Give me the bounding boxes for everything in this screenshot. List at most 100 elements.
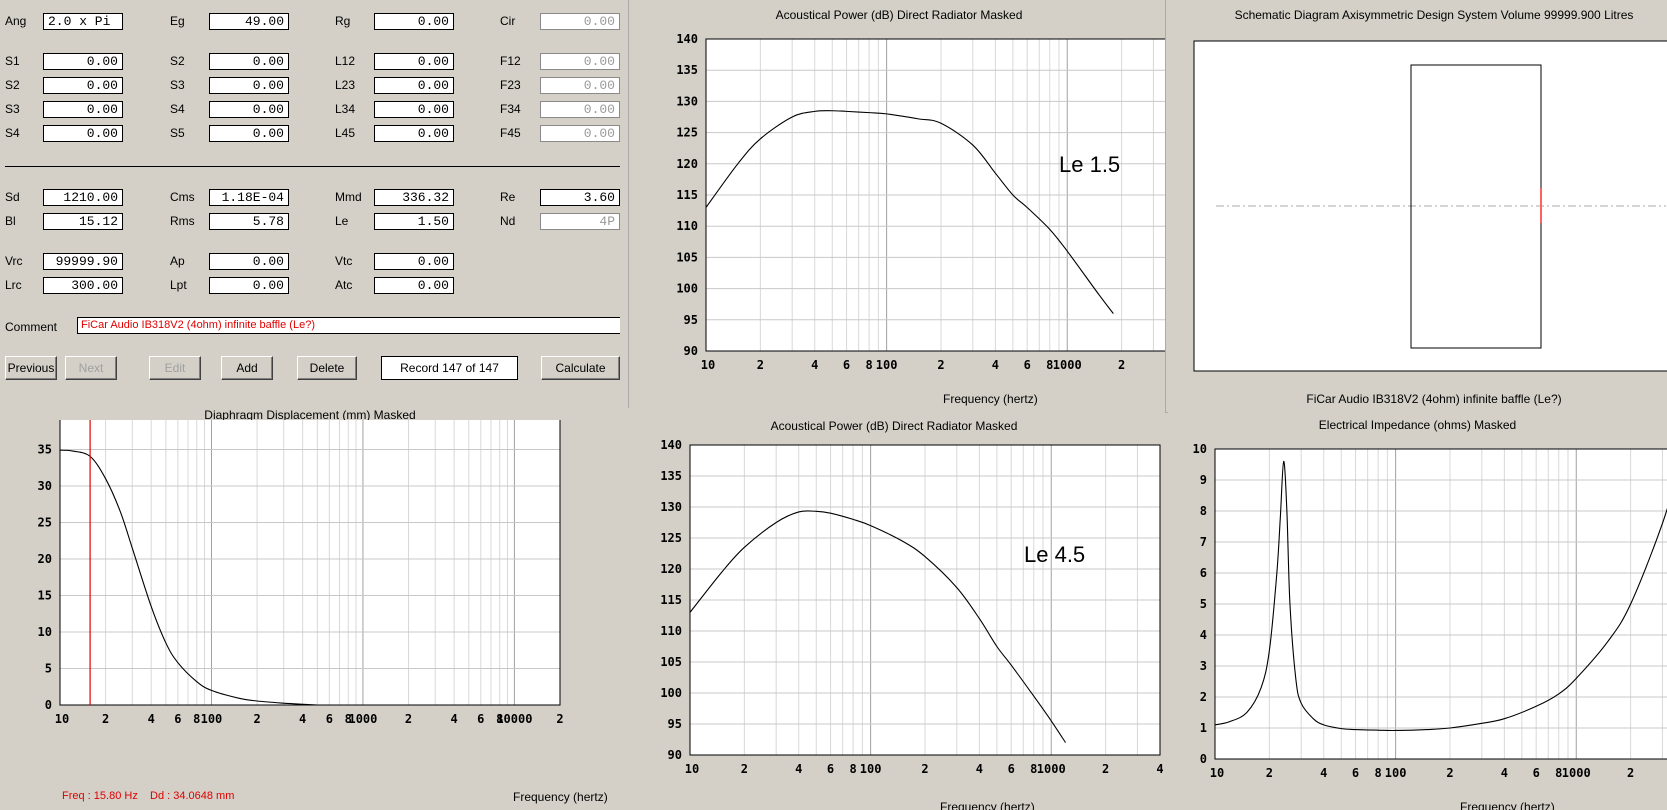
y-tick-label: 1: [1200, 721, 1207, 735]
param-field[interactable]: 5.78: [209, 213, 289, 230]
param-field[interactable]: 0.00: [209, 53, 289, 70]
x-tick-label: 4: [1156, 762, 1163, 776]
param-field[interactable]: 0.00: [540, 53, 620, 70]
add-button[interactable]: Add: [221, 356, 273, 380]
param-field[interactable]: 0.00: [540, 125, 620, 142]
power2-chart[interactable]: 140135130125120115110105100959010 2 4 6 8 100…: [620, 432, 1168, 810]
param-label: F23: [500, 78, 521, 92]
param-field[interactable]: 1210.00: [43, 189, 123, 206]
param-label: F45: [500, 126, 521, 140]
y-tick-label: 5: [1200, 597, 1207, 611]
parameter-panel: Ang 2.0 x Pi Eg 49.00 Rg 0.00 Cir 0.00 S1 0.00 S2 0…: [0, 0, 620, 398]
param-field[interactable]: 0.00: [540, 77, 620, 94]
x-tick-label: 4: [1501, 766, 1508, 780]
param-label: F34: [500, 102, 521, 116]
y-tick-label: 120: [660, 562, 682, 576]
param-field[interactable]: 0.00: [374, 101, 454, 118]
param-field[interactable]: 0.00: [374, 13, 454, 30]
y-tick-label: 135: [676, 63, 698, 77]
x-tick-label: 8: [1375, 766, 1382, 780]
param-field[interactable]: 0.00: [43, 53, 123, 70]
param-label: F12: [500, 54, 521, 68]
param-field[interactable]: 99999.90: [43, 253, 123, 270]
param-field[interactable]: 0.00: [209, 277, 289, 294]
param-label: Bl: [5, 214, 16, 228]
y-tick-label: 9: [1200, 473, 1207, 487]
param-field[interactable]: 0.00: [374, 125, 454, 142]
param-field[interactable]: 0.00: [43, 125, 123, 142]
x-tick-label: 2: [757, 358, 764, 372]
y-tick-label: 135: [660, 469, 682, 483]
param-field[interactable]: 0.00: [209, 101, 289, 118]
y-tick-label: 20: [38, 552, 52, 566]
x-tick-label: 1000: [1037, 762, 1066, 776]
y-tick-label: 90: [668, 748, 682, 762]
impedance-chart[interactable]: 1098765432101024681002468100024: [1168, 430, 1667, 810]
param-field[interactable]: 3.60: [540, 189, 620, 206]
record-counter: Record 147 of 147: [381, 356, 518, 380]
param-field[interactable]: 0.00: [374, 253, 454, 270]
y-tick-label: 10: [38, 625, 52, 639]
param-field[interactable]: 336.32: [374, 189, 454, 206]
displacement-chart[interactable]: 4035302520151050102468100246810002468100…: [0, 420, 620, 810]
x-tick-label: 10: [685, 762, 699, 776]
param-field[interactable]: 0.00: [540, 101, 620, 118]
x-tick-label: 4: [795, 762, 802, 776]
y-tick-label: 105: [660, 655, 682, 669]
y-tick-label: 5: [45, 662, 52, 676]
param-label: S2: [170, 54, 185, 68]
y-tick-label: 140: [676, 32, 698, 46]
param-field[interactable]: 0.00: [209, 253, 289, 270]
power1-xlabel: Frequency (hertz): [943, 392, 1038, 406]
y-tick-label: 100: [660, 686, 682, 700]
x-tick-label: 2: [253, 712, 260, 726]
param-field[interactable]: 0.00: [43, 101, 123, 118]
x-tick-label: 100: [201, 712, 223, 726]
param-field[interactable]: 0.00: [43, 77, 123, 94]
y-tick-label: 100: [676, 282, 698, 296]
param-field[interactable]: 0.00: [209, 77, 289, 94]
x-tick-label: 6: [477, 712, 484, 726]
displacement-window: Diaphragm Displacement (mm) Masked 40353…: [0, 398, 620, 810]
param-field[interactable]: 0.00: [540, 13, 620, 30]
param-field[interactable]: 49.00: [209, 13, 289, 30]
x-tick-label: 6: [843, 358, 850, 372]
comment-field[interactable]: FiCar Audio IB318V2 (4ohm) infinite baff…: [77, 317, 620, 334]
previous-button[interactable]: Previous: [5, 356, 57, 380]
param-label: Rg: [335, 14, 351, 28]
param-label: S2: [5, 78, 20, 92]
next-button[interactable]: Next: [65, 356, 117, 380]
param-label: Re: [500, 190, 516, 204]
edit-button[interactable]: Edit: [149, 356, 201, 380]
param-field[interactable]: 0.00: [374, 277, 454, 294]
param-label: Eg: [170, 14, 185, 28]
param-label: S4: [5, 126, 20, 140]
param-field[interactable]: 1.18E-04: [209, 189, 289, 206]
param-field[interactable]: 0.00: [374, 53, 454, 70]
comment-label: Comment: [5, 320, 58, 334]
param-label: S5: [170, 126, 185, 140]
param-field[interactable]: 0.00: [209, 125, 289, 142]
y-tick-label: 30: [38, 479, 52, 493]
x-tick-label: 4: [976, 762, 983, 776]
y-tick-label: 95: [668, 717, 682, 731]
param-label: Sd: [5, 190, 20, 204]
x-tick-label: 1000: [348, 712, 377, 726]
param-field[interactable]: 4P: [540, 213, 620, 230]
x-tick-label: 2: [1102, 762, 1109, 776]
calculate-button[interactable]: Calculate: [541, 356, 620, 380]
param-field[interactable]: 2.0 x Pi: [43, 13, 123, 30]
param-label: Rms: [170, 214, 195, 228]
param-field[interactable]: 1.50: [374, 213, 454, 230]
param-field[interactable]: 15.12: [43, 213, 123, 230]
x-tick-label: 8: [866, 358, 873, 372]
param-label: Nd: [500, 214, 516, 228]
schematic-diagram[interactable]: [1166, 36, 1667, 376]
y-tick-label: 4: [1200, 628, 1207, 642]
delete-button[interactable]: Delete: [297, 356, 357, 380]
param-field[interactable]: 0.00: [374, 77, 454, 94]
param-field[interactable]: 300.00: [43, 277, 123, 294]
x-tick-label: 8: [850, 762, 857, 776]
power1-chart[interactable]: 140135130125120115110105100959010 2 4 6 8 100…: [629, 20, 1169, 390]
x-tick-label: 2: [405, 712, 412, 726]
